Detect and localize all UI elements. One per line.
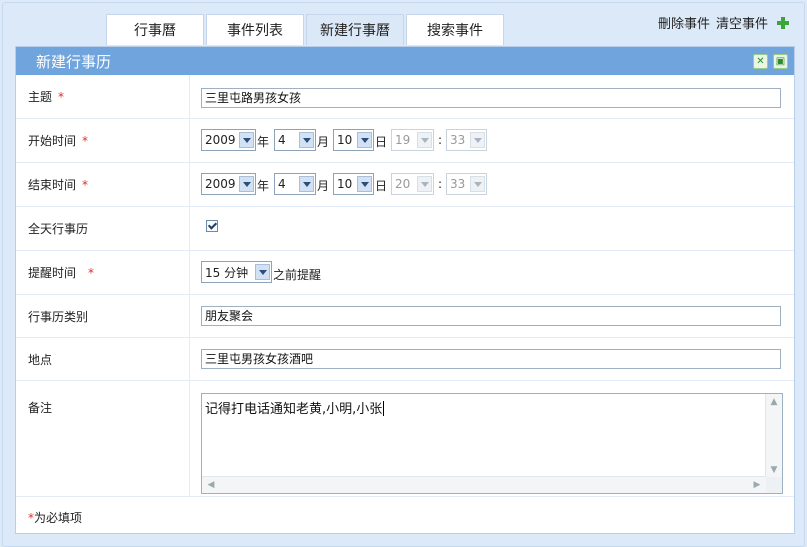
tab-event-list[interactable]: 事件列表 bbox=[206, 14, 304, 45]
plus-icon[interactable] bbox=[776, 16, 790, 30]
location-input[interactable]: 三里屯男孩女孩酒吧 bbox=[201, 349, 781, 369]
allday-checkbox[interactable] bbox=[206, 220, 218, 232]
text-caret bbox=[383, 401, 385, 416]
subject-input[interactable]: 三里屯路男孩女孩 bbox=[201, 88, 781, 108]
day-unit: 日 bbox=[375, 135, 388, 149]
location-row: 地点 三里屯男孩女孩酒吧 bbox=[16, 338, 794, 381]
required-star: * bbox=[82, 177, 89, 192]
month-unit: 月 bbox=[317, 135, 330, 149]
notes-textarea[interactable]: 记得打电话通知老黄,小明,小张 ▲ ▼ ◀ ▶ bbox=[201, 393, 783, 494]
start-month-select[interactable]: 4 bbox=[274, 129, 316, 151]
calendar-window: 行事曆 事件列表 新建行事曆 搜索事件 刪除事件 清空事件 新建行事历 ✕ ▣ … bbox=[2, 2, 805, 547]
day-unit: 日 bbox=[375, 179, 388, 193]
end-minute-select: 33 bbox=[446, 173, 487, 195]
start-time-row: 开始时间 * 2009 年 4 月 10 日 19 : 33 bbox=[16, 119, 794, 163]
reminder-select[interactable]: 15 分钟 bbox=[201, 261, 272, 283]
required-footnote: *为必填项 bbox=[28, 511, 83, 525]
panel-title: 新建行事历 bbox=[36, 52, 112, 71]
time-colon: : bbox=[438, 177, 443, 191]
time-colon: : bbox=[438, 133, 443, 147]
new-calendar-panel: 新建行事历 ✕ ▣ 主题* 三里屯路男孩女孩 开始时间* 2009 年 4 bbox=[15, 46, 795, 534]
chevron-down-icon bbox=[357, 132, 372, 148]
reminder-suffix: 之前提醒 bbox=[273, 268, 322, 282]
scroll-right-icon[interactable]: ▶ bbox=[750, 478, 764, 492]
scroll-up-icon[interactable]: ▲ bbox=[767, 395, 781, 409]
reminder-label: 提醒时间 * bbox=[16, 251, 190, 294]
month-unit: 月 bbox=[317, 179, 330, 193]
tab-bar: 行事曆 事件列表 新建行事曆 搜索事件 bbox=[106, 14, 506, 45]
start-hour-select: 19 bbox=[391, 129, 434, 151]
subject-row: 主题 * 三里屯路男孩女孩 bbox=[16, 75, 794, 119]
start-year-select[interactable]: 2009 bbox=[201, 129, 256, 151]
subject-label: 主题 * bbox=[16, 75, 190, 118]
end-month-select[interactable]: 4 bbox=[274, 173, 316, 195]
close-icon[interactable]: ✕ bbox=[753, 53, 768, 69]
delete-events-link[interactable]: 刪除事件 bbox=[658, 13, 710, 32]
required-star: * bbox=[82, 133, 89, 148]
end-year-select[interactable]: 2009 bbox=[201, 173, 256, 195]
clear-events-link[interactable]: 清空事件 bbox=[716, 13, 768, 32]
end-time-label: 结束时间 * bbox=[16, 163, 190, 206]
vertical-scrollbar[interactable]: ▲ ▼ bbox=[765, 394, 782, 478]
category-label: 行事历类别 bbox=[16, 295, 190, 337]
chevron-down-icon bbox=[299, 176, 314, 192]
start-time-label: 开始时间 * bbox=[16, 119, 190, 162]
notes-label: 备注 bbox=[16, 381, 190, 496]
location-label: 地点 bbox=[16, 338, 190, 380]
save-icon[interactable]: ▣ bbox=[773, 53, 788, 69]
chevron-down-icon bbox=[417, 132, 432, 148]
required-star: * bbox=[58, 89, 65, 104]
required-star: * bbox=[88, 265, 95, 280]
notes-row: 备注 记得打电话通知老黄,小明,小张 ▲ ▼ ◀ ▶ bbox=[16, 381, 794, 497]
year-unit: 年 bbox=[257, 179, 270, 193]
scroll-left-icon[interactable]: ◀ bbox=[204, 478, 218, 492]
tab-search-events[interactable]: 搜索事件 bbox=[406, 14, 504, 45]
end-day-select[interactable]: 10 bbox=[333, 173, 374, 195]
category-input[interactable]: 朋友聚会 bbox=[201, 306, 781, 326]
scroll-down-icon[interactable]: ▼ bbox=[767, 463, 781, 477]
start-day-select[interactable]: 10 bbox=[333, 129, 374, 151]
chevron-down-icon bbox=[299, 132, 314, 148]
category-row: 行事历类别 朋友聚会 bbox=[16, 295, 794, 338]
chevron-down-icon bbox=[357, 176, 372, 192]
chevron-down-icon bbox=[470, 132, 485, 148]
year-unit: 年 bbox=[257, 135, 270, 149]
top-actions: 刪除事件 清空事件 bbox=[658, 13, 790, 32]
allday-label: 全天行事历 bbox=[16, 207, 190, 250]
chevron-down-icon bbox=[239, 176, 254, 192]
panel-header: 新建行事历 ✕ ▣ bbox=[16, 47, 794, 75]
chevron-down-icon bbox=[470, 176, 485, 192]
chevron-down-icon bbox=[255, 264, 270, 280]
panel-header-icons: ✕ ▣ bbox=[753, 53, 788, 69]
horizontal-scrollbar[interactable]: ◀ ▶ bbox=[202, 476, 766, 493]
reminder-row: 提醒时间 * 15 分钟 之前提醒 bbox=[16, 251, 794, 295]
scroll-corner bbox=[766, 477, 782, 493]
allday-row: 全天行事历 bbox=[16, 207, 794, 251]
start-minute-select: 33 bbox=[446, 129, 487, 151]
chevron-down-icon bbox=[417, 176, 432, 192]
end-time-row: 结束时间 * 2009 年 4 月 10 日 20 : 33 bbox=[16, 163, 794, 207]
tab-calendar[interactable]: 行事曆 bbox=[106, 14, 204, 45]
chevron-down-icon bbox=[239, 132, 254, 148]
end-hour-select: 20 bbox=[391, 173, 434, 195]
tab-new-calendar[interactable]: 新建行事曆 bbox=[306, 14, 404, 45]
